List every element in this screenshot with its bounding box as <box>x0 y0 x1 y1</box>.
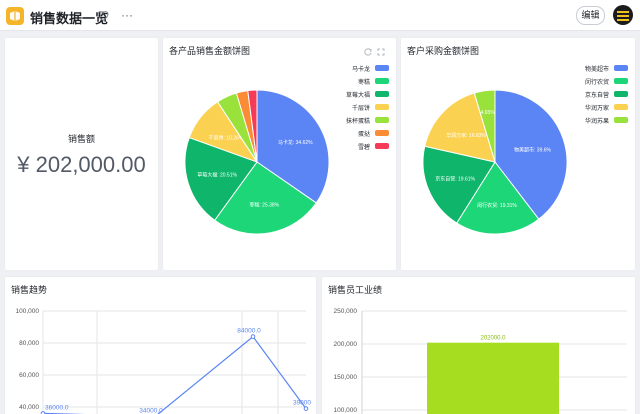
legend-label: 蛋挞 <box>357 132 370 138</box>
legend-item[interactable]: 草莓大福 <box>319 90 389 99</box>
legend-swatch <box>375 91 389 97</box>
pie-slice-label: 马卡龙: 34.62% <box>278 139 313 146</box>
legend-item[interactable]: 物美超市 <box>558 64 628 73</box>
y-tick-label: 100,000 <box>334 407 358 414</box>
edit-button[interactable]: 编辑 <box>576 6 605 25</box>
y-tick-label: 60,000 <box>19 372 39 379</box>
sales-trend-card: 销售趋势 100,000 80,000 60,000 40,000 36000.0 340… <box>5 277 316 414</box>
pie-slice-label: 京东自营: 19.61% <box>435 176 475 183</box>
pie-slice-label: 草莓大福: 20.51% <box>197 171 237 178</box>
more-options-icon[interactable]: ··· <box>121 8 133 22</box>
y-tick-label: 80,000 <box>19 340 39 347</box>
pie-slice-label: 华润万家: 16.83% <box>446 132 486 139</box>
salesperson-card: 销售员工业绩 250,000 200,000 150,000 100,000 20200… <box>322 277 635 414</box>
pie-slice-label: 4.65% <box>481 110 496 116</box>
sales-trend-chart: 100,000 80,000 60,000 40,000 36000.0 34000.0 8… <box>16 308 311 414</box>
legend-label: 雪碧 <box>357 145 370 151</box>
legend-item[interactable]: 马卡龙 <box>319 64 389 73</box>
y-tick-label: 40,000 <box>19 404 39 411</box>
legend-swatch <box>375 104 389 110</box>
bar[interactable] <box>427 342 559 414</box>
legend-item[interactable]: 京东自营 <box>558 90 628 99</box>
legend-swatch <box>614 65 628 71</box>
y-tick-label: 250,000 <box>334 308 358 315</box>
legend-label: 物美超市 <box>584 67 609 73</box>
favorite-icon[interactable] <box>97 9 109 22</box>
legend-label: 京东自营 <box>584 93 609 99</box>
legend-label: 闵行农贸 <box>584 80 609 86</box>
customer-pie-legend: 物美超市闵行农贸京东自营华润万家华润苏果 <box>558 64 628 144</box>
trend-point-label: 39000 <box>293 400 311 407</box>
legend-swatch <box>375 117 389 123</box>
kpi-card: 销售额 ¥ 202,000.00 <box>5 38 158 270</box>
pie-slice-label: 千层饼: 10.26% <box>209 134 244 141</box>
legend-item[interactable]: 华润苏果 <box>558 116 628 125</box>
legend-label: 千层饼 <box>351 106 370 112</box>
legend-item[interactable]: 闵行农贸 <box>558 77 628 86</box>
y-tick-label: 100,000 <box>16 308 40 315</box>
y-tick-label: 150,000 <box>334 374 358 381</box>
top-bar: 销售数据一览 ··· 编辑 <box>0 0 640 31</box>
legend-item[interactable]: 蛋挞 <box>319 129 389 138</box>
y-tick-label: 200,000 <box>334 341 358 348</box>
legend-label: 华润苏果 <box>584 119 609 125</box>
app-logo-icon <box>6 7 24 25</box>
salesperson-bar-chart: 250,000 200,000 150,000 100,000 202000.0 <box>334 308 627 414</box>
trend-point-label: 34000.0 <box>139 408 163 414</box>
legend-label: 马卡龙 <box>351 67 370 73</box>
trend-point-label: 36000.0 <box>45 404 69 411</box>
bar-value-label: 202000.0 <box>480 336 506 342</box>
pie-slice-label: 闵行农贸: 19.31% <box>477 202 517 209</box>
product-pie-legend: 马卡龙枣糕草莓大福千层饼抹杯蛋糕蛋挞雪碧 <box>319 64 389 174</box>
customer-pie-card: 客户采购金额饼图 物美超市: 39.6% 闵行农贸: 19.31% 京东自营: 19… <box>401 38 635 270</box>
legend-swatch <box>614 117 628 123</box>
pie-slice-label: 物美超市: 39.6% <box>514 146 552 153</box>
legend-swatch <box>375 130 389 136</box>
pie-slice-label: 枣糕: 25.38% <box>249 202 279 209</box>
legend-swatch <box>614 78 628 84</box>
legend-swatch <box>375 78 389 84</box>
legend-swatch <box>614 104 628 110</box>
legend-label: 草莓大福 <box>345 93 370 99</box>
legend-label: 华润万家 <box>584 106 609 112</box>
legend-swatch <box>375 65 389 71</box>
legend-item[interactable]: 雪碧 <box>319 142 389 151</box>
kpi-value: ¥ 202,000.00 <box>17 152 146 177</box>
kpi-label: 销售额 <box>67 134 95 144</box>
legend-swatch <box>614 91 628 97</box>
legend-item[interactable]: 枣糕 <box>319 77 389 86</box>
legend-item[interactable]: 抹杯蛋糕 <box>319 116 389 125</box>
legend-label: 枣糕 <box>357 80 370 86</box>
trend-point[interactable] <box>250 334 256 339</box>
trend-point-label: 84000.0 <box>237 328 261 335</box>
avatar[interactable] <box>613 5 633 25</box>
legend-item[interactable]: 华润万家 <box>558 103 628 112</box>
legend-label: 抹杯蛋糕 <box>345 119 370 125</box>
legend-swatch <box>375 143 389 149</box>
trend-point[interactable] <box>303 406 309 411</box>
product-pie-card: 各产品销售金额饼图 马卡龙: 34.62% 枣糕: 25.38% 草莓大福: 20.… <box>163 38 396 270</box>
legend-item[interactable]: 千层饼 <box>319 103 389 112</box>
